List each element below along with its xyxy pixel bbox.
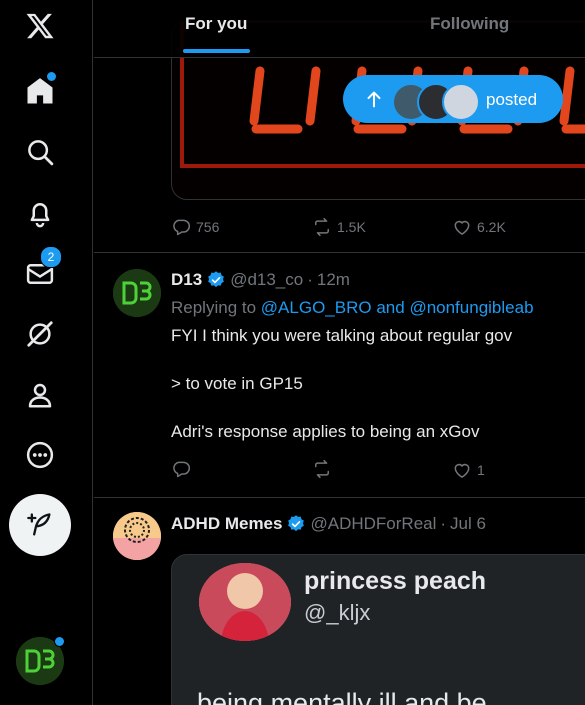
sidebar: 2 bbox=[0, 0, 93, 705]
tweet1-header: D13 @d13_co · 12m bbox=[171, 270, 350, 290]
search-icon[interactable] bbox=[20, 132, 60, 172]
compose-post-button[interactable] bbox=[9, 494, 71, 556]
arrow-up-icon bbox=[367, 91, 381, 108]
tweet1-timestamp[interactable]: 12m bbox=[317, 270, 350, 290]
tab-for-you[interactable]: For you bbox=[185, 14, 247, 34]
tweet2-separator: · bbox=[440, 514, 447, 533]
tweet1-avatar[interactable] bbox=[113, 269, 161, 317]
x-logo-icon[interactable] bbox=[20, 6, 60, 46]
d13-logo-icon bbox=[113, 269, 161, 317]
tab-following[interactable]: Following bbox=[430, 14, 509, 34]
tab-active-indicator bbox=[183, 49, 250, 53]
replying-to-label: Replying to bbox=[171, 298, 257, 317]
heart-icon bbox=[454, 220, 470, 235]
tweet-divider bbox=[94, 252, 585, 253]
replying-to-user-1[interactable]: @ALGO_BRO bbox=[261, 298, 372, 317]
grok-icon[interactable] bbox=[20, 314, 60, 354]
verified-badge-icon bbox=[286, 514, 306, 534]
embedded-display-name: princess peach bbox=[304, 567, 487, 595]
timeline-tabs: For you Following bbox=[94, 0, 585, 58]
embedded-tweet-text: being mentally ill and be bbox=[197, 688, 487, 705]
tweet2-handle[interactable]: @ADHDForReal bbox=[310, 514, 436, 534]
adhd-memes-avatar-image bbox=[113, 512, 161, 560]
tweet1-like-button[interactable]: 1 bbox=[452, 460, 485, 480]
reply-icon bbox=[173, 219, 191, 236]
tweet1-repost-button[interactable] bbox=[312, 459, 332, 479]
profile-icon[interactable] bbox=[20, 375, 60, 415]
feather-plus-icon bbox=[27, 513, 51, 536]
account-notification-dot bbox=[54, 636, 65, 647]
tweet1-separator: · bbox=[307, 270, 313, 289]
messages-icon[interactable]: 2 bbox=[20, 246, 62, 294]
tweet1-text-line-1: FYI I think you were talking about regul… bbox=[171, 326, 513, 345]
like-button[interactable]: 6.2K bbox=[452, 217, 506, 237]
new-posts-button[interactable]: posted bbox=[343, 75, 563, 123]
like-count: 6.2K bbox=[477, 219, 506, 235]
repost-icon bbox=[315, 459, 329, 479]
tweet2-author-name[interactable]: ADHD Memes bbox=[171, 514, 282, 534]
new-posts-label: posted bbox=[486, 90, 538, 109]
repost-count: 1.5K bbox=[337, 219, 366, 235]
tweet1-replying-to: Replying to @ALGO_BRO and @nonfungibleab bbox=[171, 298, 534, 318]
home-notification-dot bbox=[46, 71, 57, 82]
tweet-divider bbox=[94, 497, 585, 498]
tweet1-text-line-3: Adri's response applies to being an xGov bbox=[171, 422, 480, 441]
messages-unread-badge: 2 bbox=[40, 246, 62, 268]
tweet1-text-line-2: > to vote in GP15 bbox=[171, 374, 303, 393]
tweet2-header: ADHD Memes @ADHDForReal · Jul 6 bbox=[171, 514, 486, 534]
tweet2-avatar[interactable] bbox=[113, 512, 161, 560]
replying-to-and: and bbox=[376, 298, 405, 317]
poster-avatar-3 bbox=[442, 83, 480, 121]
repost-icon bbox=[315, 217, 329, 237]
embedded-handle: @_kljx bbox=[304, 600, 371, 625]
tweet2-media[interactable]: princess peach @_kljx being mentally ill… bbox=[171, 554, 585, 705]
heart-icon bbox=[454, 463, 470, 478]
tweet1-handle[interactable]: @d13_co bbox=[230, 270, 303, 290]
more-options-icon[interactable] bbox=[20, 435, 60, 475]
reply-count: 756 bbox=[196, 219, 220, 235]
timeline: For you Following posted 756 1.5K 6.2K D… bbox=[94, 0, 585, 705]
reply-icon bbox=[173, 461, 191, 478]
home-icon[interactable] bbox=[20, 71, 60, 111]
tweet1-reply-button[interactable] bbox=[171, 459, 191, 479]
embedded-profile-picture bbox=[199, 563, 291, 641]
repost-button[interactable]: 1.5K bbox=[312, 217, 366, 237]
replying-to-user-2[interactable]: @nonfungibleab bbox=[409, 298, 533, 317]
tweet1-author-name[interactable]: D13 bbox=[171, 270, 202, 290]
tweet2-timestamp[interactable]: Jul 6 bbox=[450, 514, 486, 534]
verified-badge-icon bbox=[206, 270, 226, 290]
reply-button[interactable]: 756 bbox=[171, 217, 219, 237]
tweet1-like-count: 1 bbox=[477, 462, 485, 478]
notifications-bell-icon[interactable] bbox=[20, 193, 60, 233]
